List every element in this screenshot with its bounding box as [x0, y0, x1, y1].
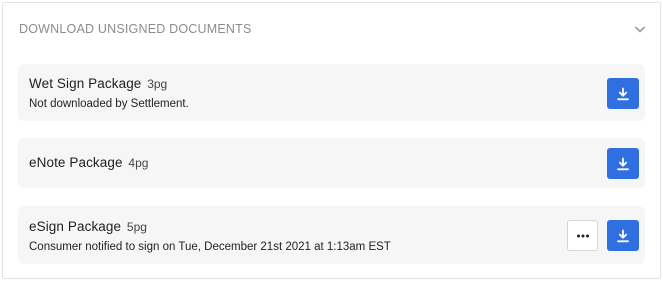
document-info: Wet Sign Package 3pg Not downloaded by S…: [29, 75, 189, 112]
chevron-down-icon[interactable]: [634, 23, 646, 35]
download-icon: [617, 229, 629, 242]
document-page-count: 3pg: [147, 77, 168, 91]
document-info: eNote Package 4pg: [29, 154, 148, 172]
document-status: Not downloaded by Settlement.: [29, 98, 189, 110]
document-name: eSign Package: [29, 219, 122, 234]
panel-header[interactable]: DOWNLOAD UNSIGNED DOCUMENTS: [3, 3, 660, 55]
download-icon: [617, 157, 629, 170]
document-status: Consumer notified to sign on Tue, Decemb…: [29, 241, 391, 253]
more-options-button[interactable]: [567, 220, 598, 251]
document-name: eNote Package: [29, 155, 123, 170]
document-row-esign: eSign Package 5pg Consumer notified to s…: [18, 206, 645, 264]
document-name: Wet Sign Package: [29, 76, 142, 91]
document-page-count: 5pg: [126, 220, 147, 234]
download-unsigned-documents-panel: DOWNLOAD UNSIGNED DOCUMENTS Wet Sign Pac…: [2, 2, 661, 279]
panel-title: DOWNLOAD UNSIGNED DOCUMENTS: [19, 22, 252, 36]
download-icon: [617, 87, 629, 100]
document-info: eSign Package 5pg Consumer notified to s…: [29, 218, 391, 255]
document-row-enote: eNote Package 4pg: [18, 138, 645, 188]
download-button[interactable]: [607, 78, 639, 109]
download-button[interactable]: [607, 148, 639, 179]
more-horizontal-icon: [576, 234, 589, 237]
document-page-count: 4pg: [128, 156, 149, 170]
download-button[interactable]: [607, 220, 639, 251]
document-row-wet-sign: Wet Sign Package 3pg Not downloaded by S…: [18, 64, 645, 121]
